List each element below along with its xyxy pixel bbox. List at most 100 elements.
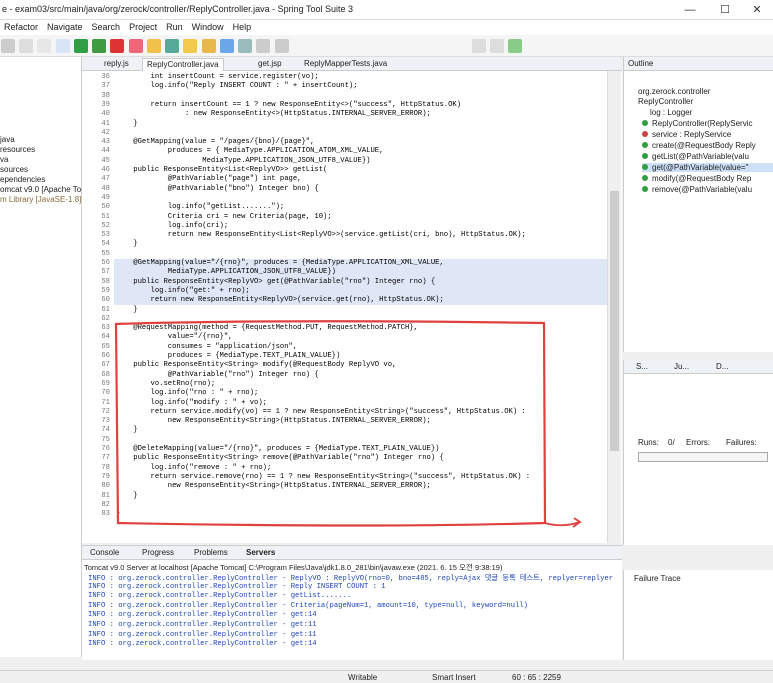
back-icon[interactable]	[256, 39, 271, 53]
save-icon[interactable]	[1, 39, 15, 53]
method-icon	[642, 120, 648, 126]
tree-item[interactable]: ependencies	[0, 175, 45, 184]
console-view: Console Progress Problems Servers Tomcat…	[82, 545, 622, 660]
console-line: INFO : org.zerock.controller.ReplyContro…	[88, 592, 352, 601]
tab-get-jsp[interactable]: get.jsp	[254, 58, 286, 71]
menu-refactor[interactable]: Refactor	[0, 20, 43, 32]
tree-item[interactable]: va	[0, 155, 8, 164]
editor-scrollbar[interactable]	[607, 71, 621, 543]
insert-mode-status: Smart Insert	[432, 673, 476, 682]
forward-icon[interactable]	[274, 39, 289, 53]
title-bar: e - exam03/src/main/java/org/zerock/cont…	[0, 0, 773, 20]
new-class-icon[interactable]	[165, 39, 180, 53]
failure-trace-view: Failure Trace	[623, 570, 773, 660]
minimize-button[interactable]: —	[675, 2, 705, 18]
new-package-icon[interactable]	[146, 39, 161, 53]
menu-window[interactable]: Window	[188, 20, 229, 32]
console-line: INFO : org.zerock.controller.ReplyContro…	[88, 640, 317, 649]
outline-item[interactable]: ReplyController	[638, 97, 693, 106]
package-explorer: java resources va sources ependencies om…	[0, 57, 82, 657]
code-editor[interactable]: 36 37 38 39 40 41 42 43 44 45 46 47 48 49 50 51 52 53 54 55…	[82, 71, 622, 543]
tab-reply-js[interactable]: reply.js	[100, 58, 133, 71]
method-icon	[642, 153, 648, 159]
console-line: INFO : org.zerock.controller.ReplyContro…	[88, 621, 317, 629]
server-icon[interactable]	[128, 39, 143, 53]
menu-search[interactable]: Search	[88, 20, 126, 32]
failure-trace-title: Failure Trace	[634, 574, 681, 583]
toolbar	[0, 35, 773, 57]
outline-item[interactable]: org.zerock.controller	[638, 87, 710, 96]
status-bar: Writable Smart Insert 60 : 65 : 2259	[0, 670, 773, 683]
print-icon[interactable]	[19, 39, 34, 53]
junit-tabs: S... Ju... D...	[624, 360, 773, 374]
writable-status: Writable	[348, 673, 378, 682]
tree-item[interactable]: omcat v9.0 [Apache Tom	[0, 185, 81, 194]
outline-view: Outline org.zerock.controller ReplyContr…	[623, 57, 773, 352]
method-icon	[642, 175, 648, 181]
method-icon	[642, 142, 648, 148]
outline-item[interactable]: ReplyController(ReplyServic	[642, 119, 752, 128]
tab-debug[interactable]: D...	[716, 362, 728, 371]
skip-icon[interactable]	[37, 39, 52, 53]
outline-item[interactable]: getList(@PathVariable(valu	[642, 152, 749, 161]
method-icon	[642, 186, 648, 192]
spring-perspective-icon[interactable]	[508, 39, 523, 53]
progress-bar	[638, 452, 768, 462]
magnifier-icon[interactable]	[471, 39, 486, 53]
outline-item[interactable]: service : ReplyService	[642, 130, 731, 139]
maximize-button[interactable]: ☐	[710, 2, 740, 18]
close-button[interactable]: ✕	[742, 2, 772, 18]
menu-navigate[interactable]: Navigate	[43, 20, 88, 32]
menu-bar: Refactor Navigate Search Project Run Window He…	[0, 20, 773, 35]
next-annotation-icon[interactable]	[238, 39, 253, 53]
menu-help[interactable]: Help	[229, 20, 257, 32]
debug-icon[interactable]	[73, 39, 88, 53]
perspective-icon[interactable]	[489, 39, 504, 53]
errors-label: Errors:	[686, 438, 710, 447]
tab-progress[interactable]: Progress	[142, 548, 174, 557]
tab-console[interactable]: Console	[90, 548, 119, 557]
tree-item[interactable]: m Library [JavaSE-1.8]	[0, 195, 81, 204]
console-tabs: Console Progress Problems Servers	[82, 546, 622, 560]
console-line: INFO : org.zerock.controller.ReplyContro…	[88, 630, 317, 639]
runs-value: 0/	[668, 438, 675, 447]
window-title: e - exam03/src/main/java/org/zerock/cont…	[2, 4, 353, 14]
tree-item[interactable]: java	[0, 135, 15, 144]
field-icon	[642, 131, 648, 137]
menu-project[interactable]: Project	[125, 20, 162, 32]
open-type-icon[interactable]	[183, 39, 198, 53]
tree-item[interactable]: sources	[0, 165, 28, 174]
outline-item[interactable]: modify(@RequestBody Rep	[642, 174, 751, 183]
menu-run[interactable]: Run	[162, 20, 188, 32]
cursor-position: 60 : 65 : 2259	[512, 673, 561, 682]
outline-item[interactable]: create(@RequestBody Reply	[642, 141, 756, 150]
junit-view: S... Ju... D... Runs: 0/ Errors: Failure…	[623, 360, 773, 545]
console-line: INFO : org.zerock.controller.ReplyContro…	[88, 582, 386, 591]
tab-servers[interactable]: Servers	[246, 548, 275, 557]
tab-junit[interactable]: Ju...	[674, 362, 689, 371]
server-status-line: Tomcat v9.0 Server at localhost [Apache …	[84, 563, 503, 572]
tab-problems[interactable]: Problems	[194, 548, 228, 557]
console-line: INFO : org.zerock.controller.ReplyContro…	[88, 611, 317, 620]
scroll-thumb[interactable]	[610, 191, 619, 451]
red-annotation-box	[114, 320, 583, 528]
tab-spring[interactable]: S...	[636, 362, 648, 371]
outline-item[interactable]: remove(@PathVariable(valu	[642, 185, 752, 194]
annotation-icon[interactable]	[219, 39, 234, 53]
outline-title: Outline	[624, 57, 773, 71]
build-icon[interactable]	[55, 39, 70, 53]
stop-icon[interactable]	[110, 39, 125, 53]
method-icon	[642, 164, 648, 170]
tab-reply-controller[interactable]: ReplyController.java	[142, 58, 224, 71]
outline-item[interactable]: log : Logger	[650, 108, 692, 117]
outline-item-selected[interactable]: get(@PathVariable(value="	[642, 163, 773, 172]
failures-label: Failures:	[726, 438, 757, 447]
run-icon[interactable]	[92, 39, 107, 53]
tab-reply-mapper-tests[interactable]: ReplyMapperTests.java	[300, 58, 391, 71]
console-line: INFO : org.zerock.controller.ReplyContro…	[88, 575, 614, 583]
runs-label: Runs:	[638, 438, 659, 447]
tree-item[interactable]: resources	[0, 145, 35, 154]
search-icon[interactable]	[201, 39, 216, 53]
console-line: INFO : org.zerock.controller.ReplyContro…	[88, 601, 528, 610]
editor-tabs: reply.js ReplyController.java get.jsp Re…	[82, 57, 622, 71]
